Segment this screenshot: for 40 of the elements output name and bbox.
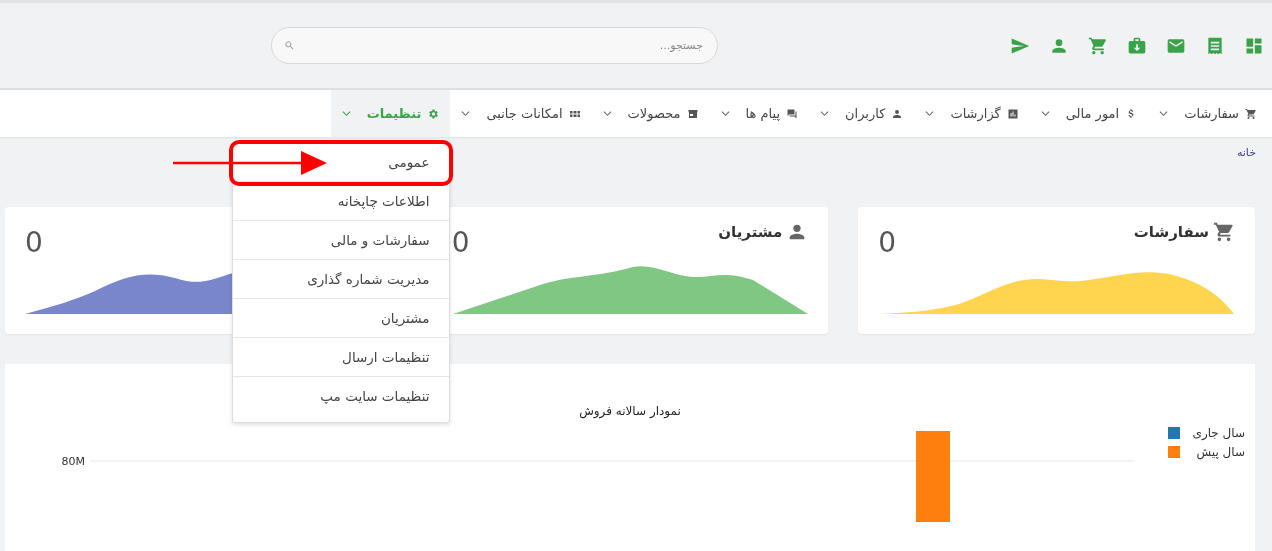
menu-item[interactable]: اطلاعات چاپخانه: [233, 182, 450, 221]
chevron-down-icon: [341, 109, 351, 118]
menu-item[interactable]: تنظیمات ارسال: [233, 338, 450, 377]
breadcrumb-link[interactable]: خانه: [1236, 146, 1256, 159]
cart-icon: [1245, 107, 1257, 120]
legend-label: سال جاری: [1192, 426, 1245, 440]
cart-icon: [1213, 221, 1235, 244]
chevron-down-icon: [925, 109, 935, 118]
nav-tab[interactable]: کاربران: [809, 90, 915, 137]
axis-tick-label: 80M: [61, 455, 85, 468]
search-field[interactable]: جستجو...: [271, 27, 718, 64]
person-icon: [891, 107, 904, 120]
nav-tab[interactable]: گزارشات: [914, 90, 1030, 137]
stat-value: 0: [25, 229, 43, 257]
chat-icon: [786, 107, 799, 120]
store-icon: [686, 107, 699, 120]
card-title: سفارشات: [1133, 222, 1209, 243]
chevron-down-icon: [1040, 109, 1050, 118]
chevron-down-icon: [1159, 109, 1169, 118]
legend-label: سال پیش: [1196, 445, 1245, 459]
chart-title: نمودار سالانه فروش: [579, 404, 681, 418]
stat-value: 0: [878, 229, 897, 257]
nav-tab[interactable]: امکانات جانبی: [450, 90, 592, 137]
menu-item[interactable]: مشتریان: [233, 299, 450, 338]
nav-tab[interactable]: محصولات: [591, 90, 710, 137]
chevron-down-icon: [461, 109, 471, 118]
chevron-down-icon: [820, 109, 830, 118]
nav-tab[interactable]: سفارشات: [1148, 90, 1268, 137]
chevron-down-icon: [602, 109, 612, 118]
chart-icon: [1006, 107, 1019, 120]
menu-item[interactable]: مدیریت شماره گذاری: [233, 260, 450, 299]
chevron-down-icon: [720, 109, 730, 118]
search-icon: [284, 40, 295, 51]
menu-item[interactable]: سفارشات و مالی: [233, 221, 450, 260]
card-title: مشتریان: [718, 222, 783, 243]
stat-value: 0: [451, 229, 470, 257]
nav-tab[interactable]: پیام ها: [709, 90, 810, 137]
gear-icon: [427, 107, 440, 120]
menu-item[interactable]: تنظیمات سایت مپ: [233, 377, 450, 416]
nav-tab[interactable]: امور مالی: [1029, 90, 1149, 137]
